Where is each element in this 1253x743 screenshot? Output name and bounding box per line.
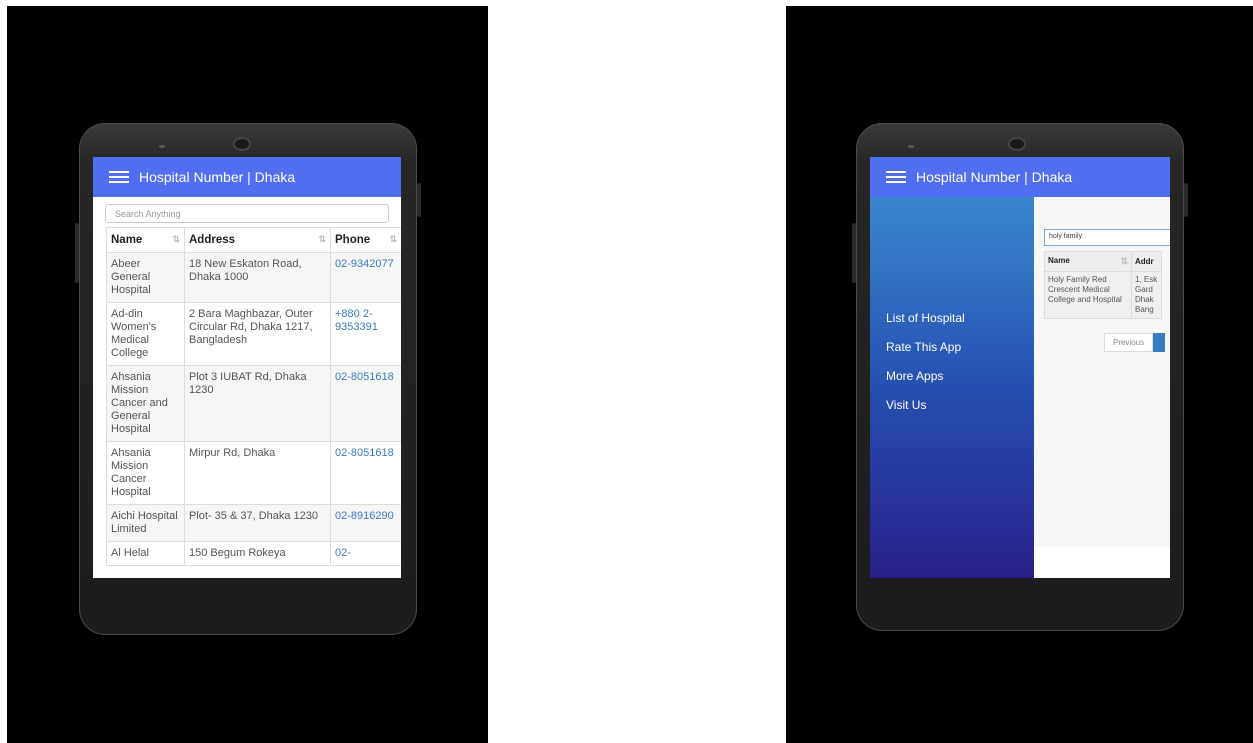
hamburger-menu-icon[interactable] [886, 171, 906, 183]
hospital-address: 1, Esk Gard Dhak Bang [1131, 271, 1162, 319]
hospital-phone-link[interactable]: 02-9342077 [330, 252, 401, 303]
sort-icon[interactable]: ⇅ [318, 234, 326, 245]
app-screen-left: Hospital Number | Dhaka Search Anything … [93, 157, 401, 578]
app-title: Hospital Number | Dhaka [139, 169, 296, 185]
hospital-address: Plot- 35 & 37, Dhaka 1230 [184, 504, 331, 542]
app-screen-right: Hospital Number | Dhaka List of Hospital… [870, 157, 1170, 578]
app-bar: Hospital Number | Dhaka [870, 157, 1170, 197]
hospital-name: Ahsania Mission Cancer Hospital [106, 441, 185, 505]
hospital-name: Ad-din Women's Medical College [106, 302, 185, 366]
hospital-name: Abeer General Hospital [106, 252, 185, 303]
app-bar: Hospital Number | Dhaka [93, 157, 401, 197]
search-input[interactable]: holy family [1044, 229, 1170, 246]
volume-button [852, 223, 856, 283]
right-video-panel: Hospital Number | Dhaka List of Hospital… [786, 6, 1253, 743]
menu-item-list-of-hospital[interactable]: List of Hospital [886, 311, 965, 325]
hamburger-menu-icon[interactable] [109, 171, 129, 183]
table-row: Ahsania Mission Cancer Hospital Mirpur R… [106, 441, 401, 505]
camera-icon [233, 137, 251, 151]
page-1-button[interactable] [1153, 333, 1166, 352]
hospital-name: Holy Family Red Crescent Medical College… [1044, 271, 1132, 319]
hospital-table: Name ⇅ Address ⇅ Phone ⇅ Abeer General Hosp… [106, 227, 401, 566]
column-header-name[interactable]: Name ⇅ [1044, 251, 1132, 272]
search-input[interactable]: Search Anything [105, 204, 389, 223]
navigation-drawer: List of Hospital Rate This App More Apps… [870, 197, 1034, 578]
hospital-name: Aichi Hospital Limited [106, 504, 185, 542]
previous-page-button[interactable]: Previous [1104, 333, 1154, 352]
table-row: Ad-din Women's Medical College 2 Bara Ma… [106, 302, 401, 366]
hospital-address: 150 Begum Rokeya [184, 541, 331, 566]
column-header-address[interactable]: Addr [1131, 251, 1162, 272]
hospital-address: 2 Bara Maghbazar, Outer Circular Rd, Dha… [184, 302, 331, 366]
hospital-address: 18 New Eskaton Road, Dhaka 1000 [184, 252, 331, 303]
column-header-name[interactable]: Name ⇅ [106, 227, 185, 253]
hospital-name: Al Helal [106, 541, 185, 566]
speaker-icon [908, 145, 914, 148]
column-header-phone[interactable]: Phone ⇅ [330, 227, 401, 253]
sort-icon[interactable]: ⇅ [1120, 256, 1128, 267]
hospital-phone-link[interactable]: 02-8916290 [330, 504, 401, 542]
table-row: Al Helal 150 Begum Rokeya 02- [106, 541, 401, 566]
phone-frame-right: Hospital Number | Dhaka List of Hospital… [852, 123, 1188, 631]
app-title: Hospital Number | Dhaka [916, 169, 1073, 185]
pagination: Previous [1104, 333, 1166, 352]
hospital-address: Plot 3 IUBAT Rd, Dhaka 1230 [184, 365, 331, 442]
power-button [1184, 183, 1188, 217]
table-row: Holy Family Red Crescent Medical College… [1044, 271, 1162, 319]
power-button [417, 183, 421, 217]
hospital-name: Ahsania Mission Cancer and General Hospi… [106, 365, 185, 442]
speaker-icon [159, 145, 165, 148]
hospital-phone-link[interactable]: +880 2-9353391 [330, 302, 401, 366]
sort-icon[interactable]: ⇅ [172, 234, 180, 245]
column-header-address[interactable]: Address ⇅ [184, 227, 331, 253]
menu-item-more-apps[interactable]: More Apps [886, 369, 943, 383]
hospital-phone-link[interactable]: 02- [330, 541, 401, 566]
table-row: Ahsania Mission Cancer and General Hospi… [106, 365, 401, 442]
content-behind-drawer: holy family Name ⇅ Addr Holy Family Red … [1034, 197, 1170, 547]
volume-button [75, 223, 79, 283]
search-results-table: Name ⇅ Addr Holy Family Red Crescent Med… [1044, 251, 1162, 319]
menu-item-visit-us[interactable]: Visit Us [886, 398, 926, 412]
menu-item-rate-this-app[interactable]: Rate This App [886, 340, 961, 354]
table-row: Aichi Hospital Limited Plot- 35 & 37, Dh… [106, 504, 401, 542]
camera-icon [1008, 137, 1026, 151]
sort-icon[interactable]: ⇅ [389, 234, 397, 245]
table-row: Abeer General Hospital 18 New Eskaton Ro… [106, 252, 401, 303]
hospital-address: Mirpur Rd, Dhaka [184, 441, 331, 505]
left-video-panel: Hospital Number | Dhaka Search Anything … [7, 6, 488, 743]
phone-frame-left: Hospital Number | Dhaka Search Anything … [75, 123, 421, 635]
hospital-phone-link[interactable]: 02-8051618 [330, 441, 401, 505]
hospital-phone-link[interactable]: 02-8051618 [330, 365, 401, 442]
